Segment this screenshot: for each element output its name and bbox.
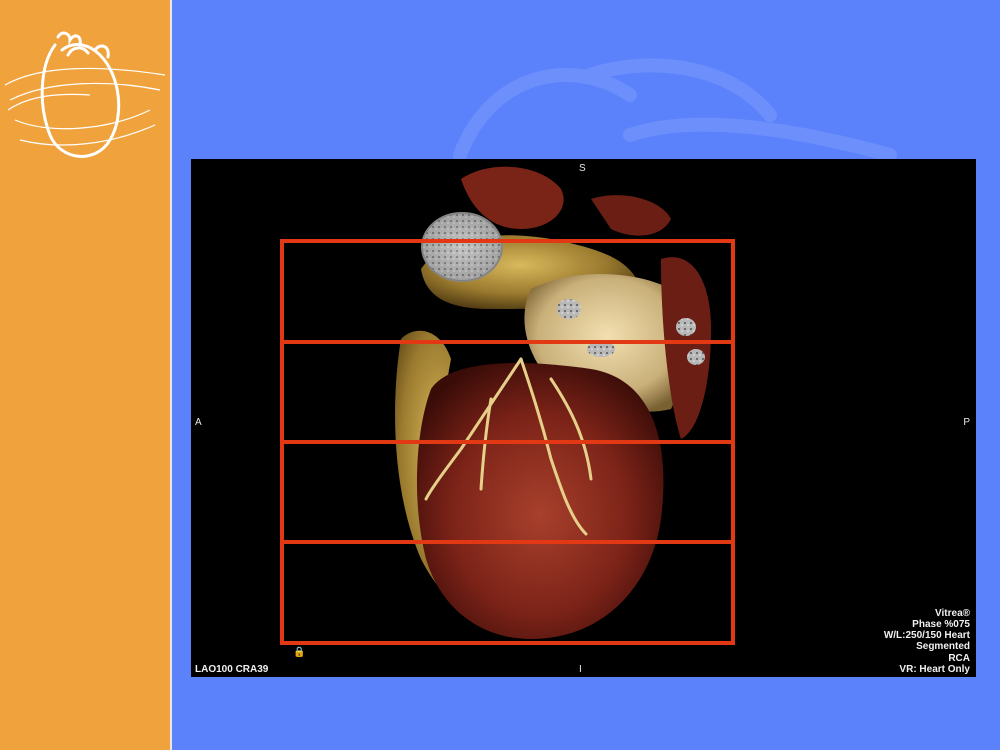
orientation-anterior: A [195,417,202,428]
info-line: Vitrea® [935,607,970,619]
segment-band-4 [280,540,735,645]
orientation-posterior: P [963,417,970,428]
orientation-inferior: I [579,664,582,675]
segment-band-3 [280,440,735,544]
info-line: Phase %075 [912,618,970,630]
view-angle-label: LAO100 CRA39 [195,664,269,675]
info-line: RCA [948,652,970,664]
segment-band-1 [280,239,735,344]
left-sidebar [0,0,172,750]
orientation-superior: S [579,163,586,174]
viewer-info-overlay: Vitrea® Phase %075 W/L:250/150 Heart Seg… [884,608,970,675]
info-line: VR: Heart Only [899,663,970,675]
info-line: Segmented [916,641,970,653]
segment-band-2 [280,340,735,444]
lock-icon[interactable]: 🔒 [293,647,305,658]
heart-logo-icon [4,31,166,158]
info-line: W/L:250/150 Heart [883,630,970,642]
sidebar-divider [170,0,172,750]
ct-heart-viewer[interactable]: S I A P 🔒 LAO100 CRA39 Vitrea® Phase %07… [191,159,976,677]
